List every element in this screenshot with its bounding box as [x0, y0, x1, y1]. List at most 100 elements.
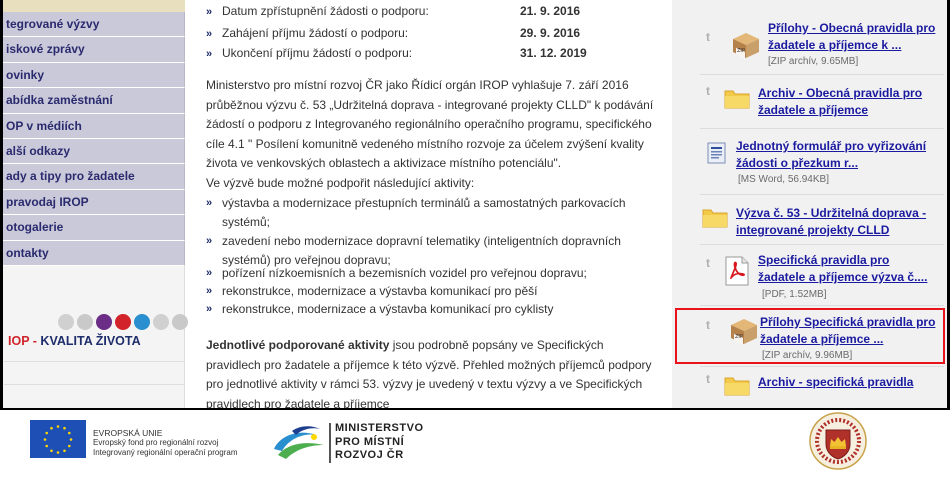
bullet-arrows-icon: » — [206, 285, 213, 297]
sidebar-item-fotogalerie[interactable]: otogalerie — [0, 215, 185, 241]
sidebar-item-nabidka-zamestnani[interactable]: abídka zaměstnání — [0, 88, 185, 114]
logo-dot — [172, 314, 188, 330]
outro-paragraph: Jednotlivé podporované aktivity jsou pod… — [206, 336, 660, 410]
sidebar-top-strip — [0, 0, 185, 12]
iop-kvalita-zivota-logo[interactable]: IOP - KVALITA ŽIVOTA — [8, 334, 141, 348]
municipal-coat-of-arms-icon — [809, 412, 867, 470]
sidebar-item-rady-a-tipy[interactable]: ady a tipy pro žadatele — [0, 164, 185, 190]
activity-item: » rekonstrukce, modernizace a výstavba k… — [206, 300, 656, 319]
zip-box-icon: ZIP — [733, 33, 759, 58]
eu-program: Integrovaný regionální operační program — [93, 448, 238, 457]
date-row-ukonceni: » Ukončení příjmu žádostí o podporu: 31. 1… — [206, 45, 587, 61]
page-screenshot: tegrované výzvy iskové zprávy ovinky abí… — [0, 0, 950, 477]
attachment-link-line: Přílohy - Obecná pravidla pro — [768, 21, 936, 35]
outro-line: Jednotlivé podporované aktivity jsou pod… — [206, 336, 660, 356]
attachment-link[interactable]: Výzva č. 53 - Udržitelná doprava - integ… — [736, 205, 926, 239]
pdf-icon — [725, 256, 749, 286]
left-sidebar: tegrované výzvy iskové zprávy ovinky abí… — [0, 0, 185, 410]
folder-icon — [724, 90, 750, 109]
attachment-divider — [700, 244, 944, 245]
attachment-link-line: Výzva č. 53 - Udržitelná doprava - — [736, 206, 927, 220]
attachment-link-line: Jednotný formulář pro vyřizování — [736, 139, 927, 153]
intro-line: života ve venkovských oblastech a aktivi… — [206, 156, 562, 170]
attachment-link-line: žadatele a příjemce k ... — [768, 38, 902, 52]
intro-line: cíle 4.1 " Posílení komunitně vedeného m… — [206, 136, 644, 151]
intro-line: průběžnou výzvu č. 53 „Udržitelná doprav… — [206, 97, 654, 112]
bullet-arrows-icon: » — [206, 303, 213, 315]
main-content: » Datum zpřístupnění žádosti o podporu: 21… — [196, 0, 662, 410]
attachment-divider — [700, 305, 944, 306]
attachment-link[interactable]: Přílohy - Obecná pravidla pro žadatele a… — [768, 20, 935, 54]
folder-icon — [702, 209, 728, 228]
logo-dot — [77, 314, 93, 330]
activity-text: rekonstrukce, modernizace a výstavba kom… — [222, 302, 554, 316]
intro-line: žádostí o podporu z Integrovaného region… — [206, 117, 652, 131]
sidebar-divider — [4, 384, 184, 385]
eu-title: EVROPSKÁ UNIE — [93, 428, 163, 438]
sidebar-item-iop-v-mediich[interactable]: OP v médiích — [0, 113, 185, 139]
sidebar-item-integrovane-vyzvy[interactable]: tegrované výzvy — [0, 12, 185, 38]
bullet-arrows-icon: » — [206, 235, 213, 247]
bullet-arrows-icon: » — [206, 6, 213, 18]
attachment-link[interactable]: Archiv - specifická pravidla — [758, 374, 913, 391]
attachment-link[interactable]: Specifická pravidla pro žadatele a příje… — [758, 252, 927, 286]
t-marker-icon: t — [706, 84, 710, 98]
date-value: 31. 12. 2019 — [520, 46, 587, 60]
sidebar-item-zpravodaj-irop[interactable]: pravodaj IROP — [0, 189, 185, 216]
activity-text-cont: systémů; — [222, 215, 271, 229]
outro-line: pravidlech pro žadatele a příjemce k tét… — [206, 357, 652, 372]
t-marker-icon: t — [706, 30, 710, 44]
attachment-meta: [MS Word, 56.94KB] — [738, 174, 829, 185]
attachment-link-line: žadatele a příjemce výzva č.... — [758, 270, 928, 284]
highlight-box — [675, 308, 945, 364]
intro-line: Ministerstvo pro místní rozvoj ČR jako Ř… — [206, 78, 629, 92]
attachment-link-line: Archiv - specifická pravidla — [758, 375, 914, 389]
activity-text: zavedení nebo modernizace dopravní telem… — [222, 234, 621, 248]
activity-item: » výstavba a modernizace přestupních ter… — [206, 194, 656, 232]
eu-flag-icon — [30, 420, 86, 458]
logo-dot — [134, 314, 150, 330]
attachment-divider — [700, 194, 944, 195]
iop-logo-iop: IOP — [8, 334, 30, 348]
frame-border — [0, 0, 3, 477]
mmr-line: MINISTERSTVO — [335, 422, 424, 434]
t-marker-icon: t — [706, 372, 710, 386]
activity-text: rekonstrukce, modernizace a výstavba kom… — [222, 284, 538, 298]
outro-bold-text: Jednotlivé podporované aktivity — [206, 338, 390, 352]
sidebar-divider — [4, 361, 184, 362]
sidebar-item-novinky[interactable]: ovinky — [0, 62, 185, 89]
word-doc-icon — [707, 142, 726, 164]
eu-text-block: EVROPSKÁ UNIE Evropský fond pro regionál… — [93, 428, 238, 458]
outro-line: pro jednotlivé aktivity v rámci 53. výzv… — [206, 377, 643, 391]
sidebar-item-tiskove-zpravy[interactable]: iskové zprávy — [0, 37, 185, 63]
attachment-meta: [ZIP archív, 9.65MB] — [768, 56, 859, 67]
attachment-link[interactable]: Jednotný formulář pro vyřizování žádosti… — [736, 138, 926, 172]
logo-dot — [96, 314, 112, 330]
attachment-link-line: Specifická pravidla pro — [758, 253, 890, 267]
sidebar-item-dalsi-odkazy[interactable]: alší odkazy — [0, 138, 185, 165]
date-value: 29. 9. 2016 — [520, 26, 581, 40]
attachment-link[interactable]: Archiv - Obecná pravidla pro žadatele a … — [758, 85, 922, 119]
attachment-divider — [700, 74, 944, 75]
attachment-divider — [700, 366, 944, 367]
mmr-divider — [329, 423, 331, 463]
logo-dot — [58, 314, 74, 330]
sidebar-menu: tegrované výzvy iskové zprávy ovinky abí… — [0, 12, 185, 266]
sidebar-item-kontakty[interactable]: ontakty — [0, 240, 185, 266]
intro-line: Ve výzvě bude možné podpořit následující… — [206, 175, 475, 190]
iop-logo-dots — [58, 314, 188, 330]
mmr-text-block: MINISTERSTVO PRO MÍSTNÍ ROZVOJ ČR — [335, 422, 424, 463]
date-row-zpristupneni: » Datum zpřístupnění žádosti o podporu: 21… — [206, 3, 580, 19]
svg-text:ZIP: ZIP — [737, 48, 745, 54]
activity-item: » rekonstrukce, modernizace a výstavba k… — [206, 282, 656, 301]
iop-logo-dash: - — [29, 334, 41, 348]
bullet-arrows-icon: » — [206, 197, 213, 209]
eu-fund: Evropský fond pro regionální rozvoj — [93, 438, 219, 447]
outro-line-rest: jsou podrobně popsány ve Specifických — [389, 338, 604, 352]
t-marker-icon: t — [706, 256, 710, 270]
attachment-link-line: Archiv - Obecná pravidla pro — [758, 86, 923, 100]
bullet-arrows-icon: » — [206, 48, 213, 60]
activity-text: výstavba a modernizace přestupních termi… — [222, 196, 626, 210]
folder-icon — [724, 377, 750, 396]
bullet-arrows-icon: » — [206, 267, 213, 279]
